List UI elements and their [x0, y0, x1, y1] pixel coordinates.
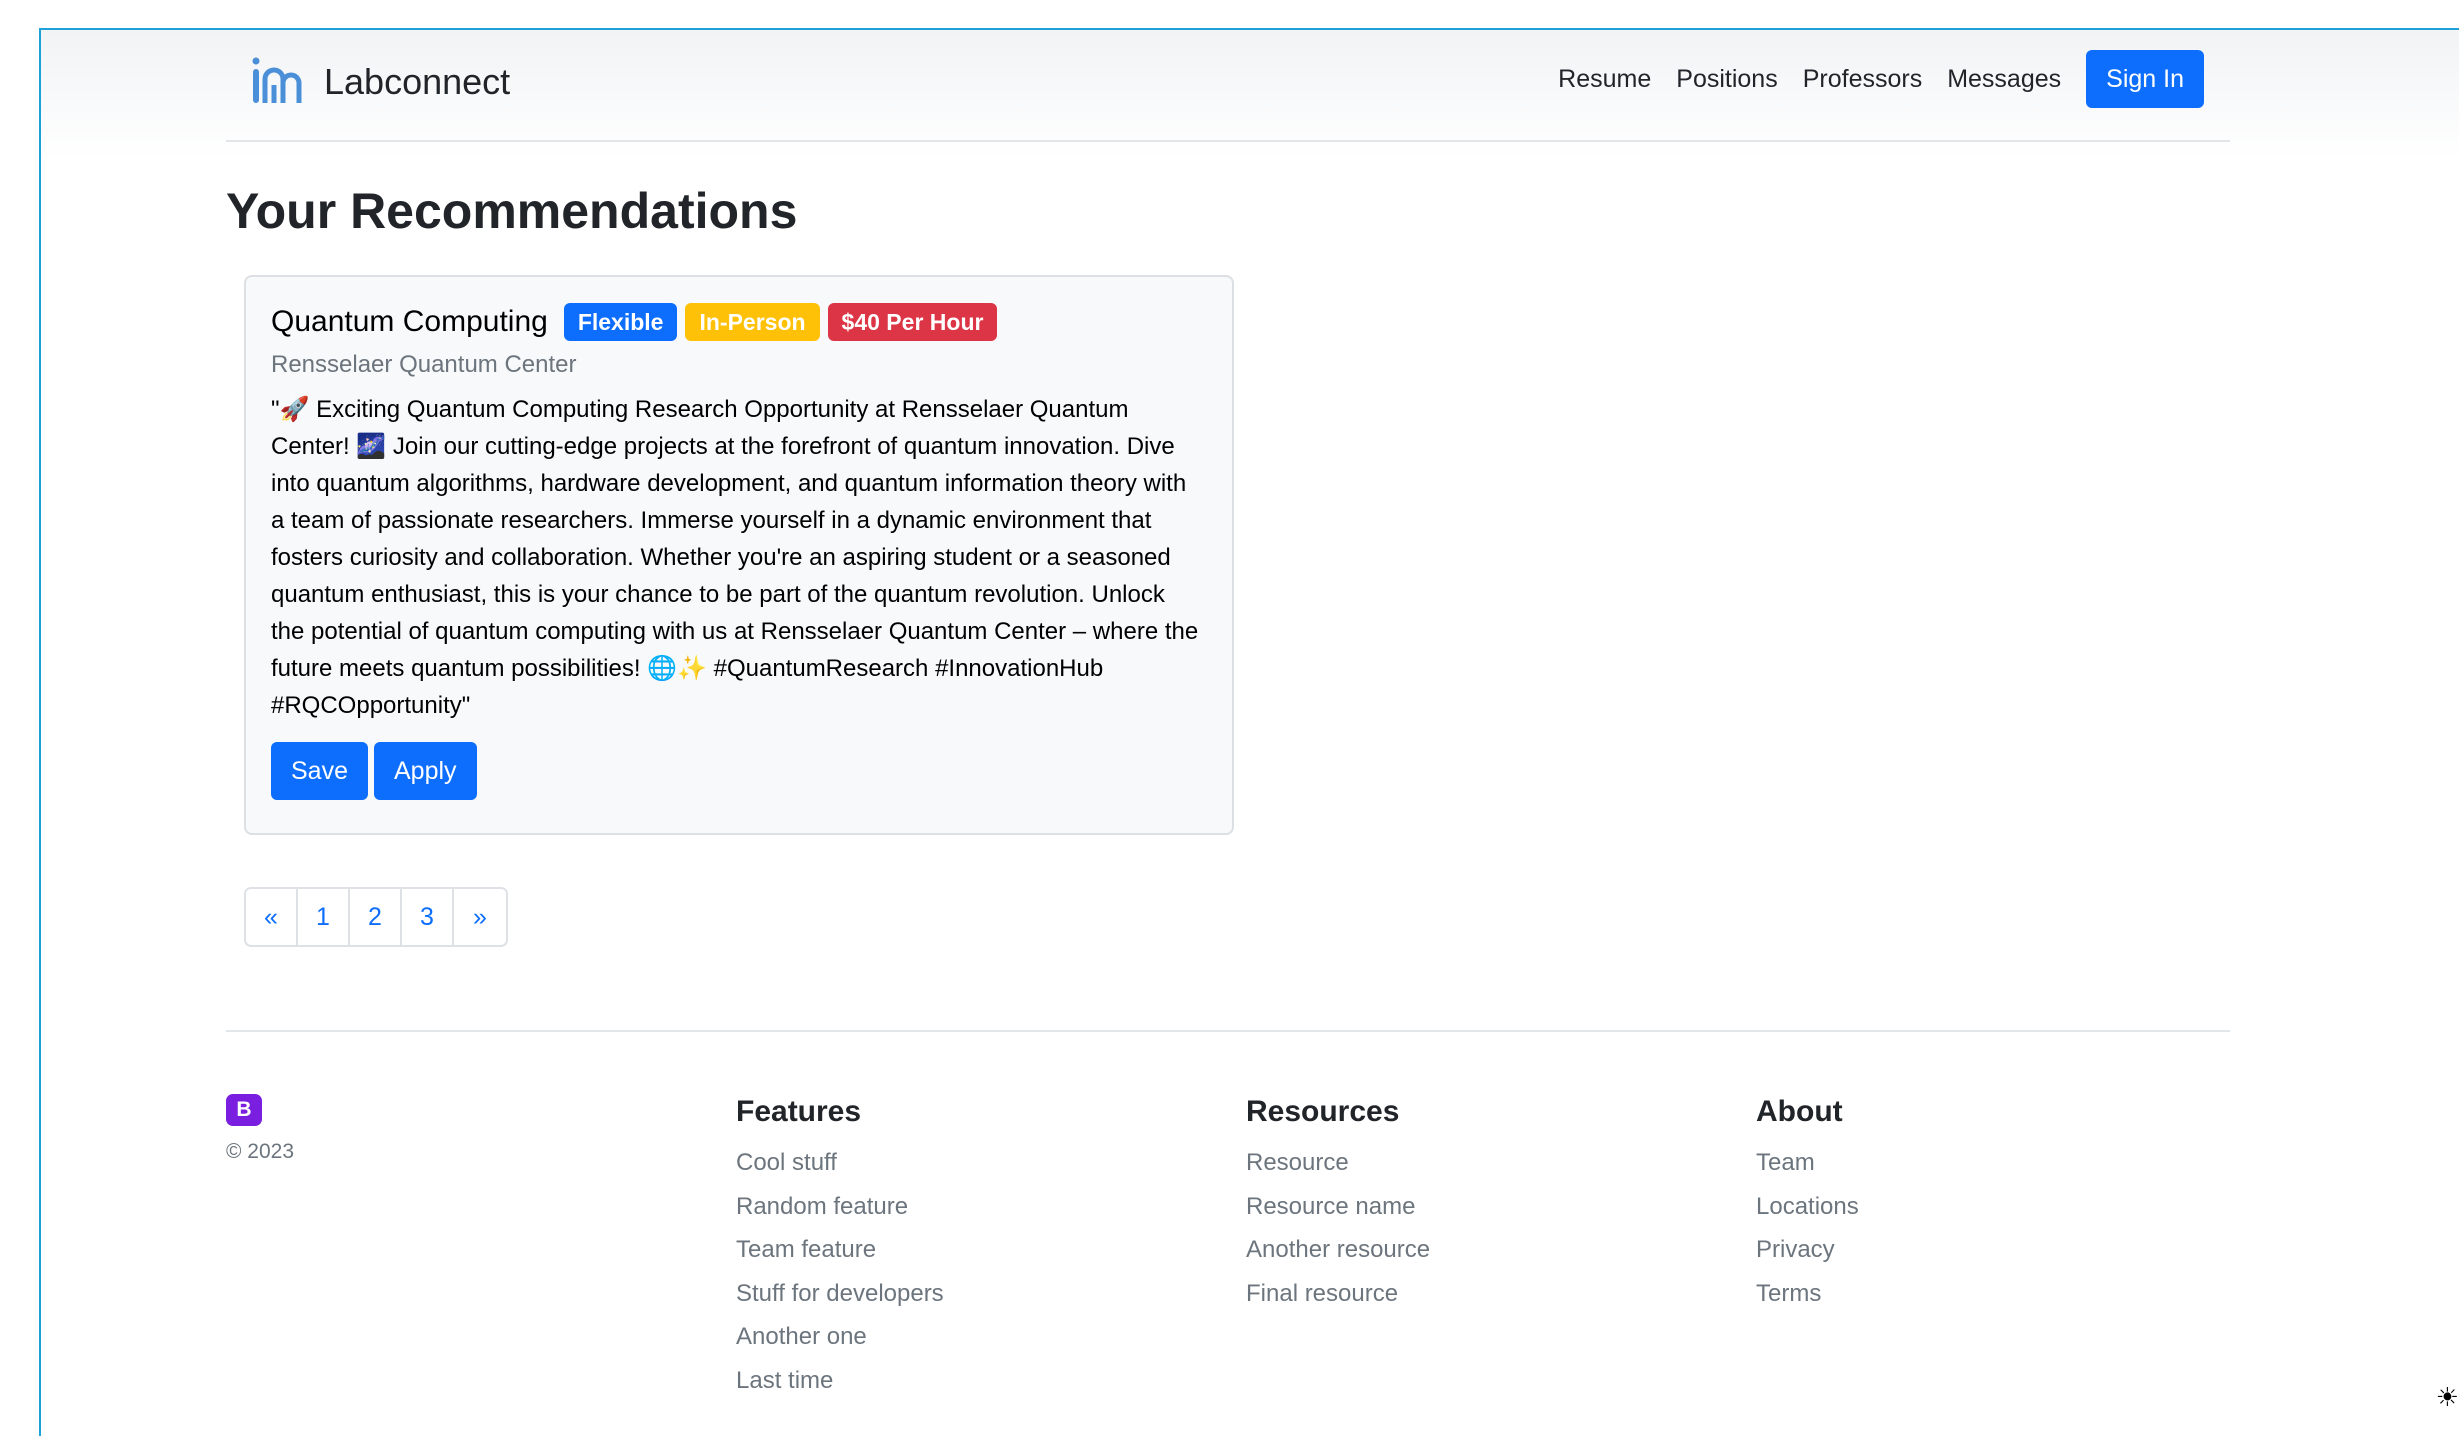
labconnect-logo-icon [252, 57, 302, 103]
bootstrap-logo-icon[interactable]: B [226, 1094, 262, 1126]
recommendation-card: Quantum Computing Flexible In-Person $40… [244, 275, 1234, 835]
sun-icon[interactable]: ☀ [2436, 1382, 2459, 1413]
pagination-page-3[interactable]: 3 [402, 889, 454, 945]
pagination-page-2[interactable]: 2 [350, 889, 402, 945]
footer-link[interactable]: Last time [736, 1359, 944, 1403]
card-subtitle: Rensselaer Quantum Center [271, 351, 577, 378]
footer-heading: Features [736, 1095, 862, 1128]
page-title: Your Recommendations [226, 183, 798, 239]
card-header: Quantum Computing Flexible In-Person $40… [271, 303, 1207, 341]
card-actions: Save Apply [271, 742, 1207, 800]
footer-link[interactable]: Cool stuff [736, 1141, 944, 1185]
browser-viewport: Labconnect Resume Positions Professors M… [39, 28, 2459, 1436]
sign-in-button[interactable]: Sign In [2086, 50, 2204, 108]
brand-name: Labconnect [324, 61, 511, 102]
footer-link[interactable]: Team [1756, 1141, 1859, 1185]
footer-link[interactable]: Stuff for developers [736, 1272, 944, 1316]
footer-link[interactable]: Resource name [1246, 1185, 1430, 1229]
badge-flexible: Flexible [563, 303, 678, 341]
brand[interactable]: Labconnect [248, 55, 510, 109]
navbar: Labconnect Resume Positions Professors M… [226, 30, 2230, 142]
card-description: "🚀 Exciting Quantum Computing Research O… [271, 396, 1199, 719]
pagination-previous[interactable]: « [246, 889, 298, 945]
footer-link[interactable]: Another resource [1246, 1228, 1430, 1272]
badge-pay: $40 Per Hour [827, 303, 998, 341]
footer-column-features: Features Cool stuff Random feature Team … [736, 1095, 944, 1402]
footer-link[interactable]: Privacy [1756, 1228, 1859, 1272]
pagination-next[interactable]: » [454, 889, 506, 945]
nav-links: Resume Positions Professors Messages Sig… [1533, 50, 2204, 108]
footer-link[interactable]: Locations [1756, 1185, 1859, 1229]
footer-link[interactable]: Terms [1756, 1272, 1859, 1316]
footer-column-resources: Resources Resource Resource name Another… [1246, 1095, 1430, 1315]
footer-link[interactable]: Resource [1246, 1141, 1430, 1185]
nav-link-resume[interactable]: Resume [1558, 65, 1651, 94]
footer-brand: B © 2023 [226, 1094, 294, 1164]
footer-link[interactable]: Random feature [736, 1185, 944, 1229]
footer-heading: Resources [1246, 1095, 1400, 1128]
copyright: © 2023 [226, 1140, 295, 1163]
pagination: « 1 2 3 » [244, 887, 508, 947]
nav-link-professors[interactable]: Professors [1803, 65, 1922, 94]
save-button[interactable]: Save [271, 742, 368, 800]
footer-link[interactable]: Team feature [736, 1228, 944, 1272]
footer-link[interactable]: Final resource [1246, 1272, 1430, 1316]
badge-in-person: In-Person [685, 303, 820, 341]
footer-divider [226, 1030, 2230, 1032]
apply-button[interactable]: Apply [373, 742, 477, 800]
nav-link-messages[interactable]: Messages [1947, 65, 2061, 94]
footer-link[interactable]: Another one [736, 1315, 944, 1359]
footer-heading: About [1756, 1095, 1843, 1128]
nav-link-positions[interactable]: Positions [1676, 65, 1777, 94]
footer-column-about: About Team Locations Privacy Terms [1756, 1095, 1859, 1315]
pagination-page-1[interactable]: 1 [298, 889, 350, 945]
card-title: Quantum Computing [271, 305, 548, 338]
